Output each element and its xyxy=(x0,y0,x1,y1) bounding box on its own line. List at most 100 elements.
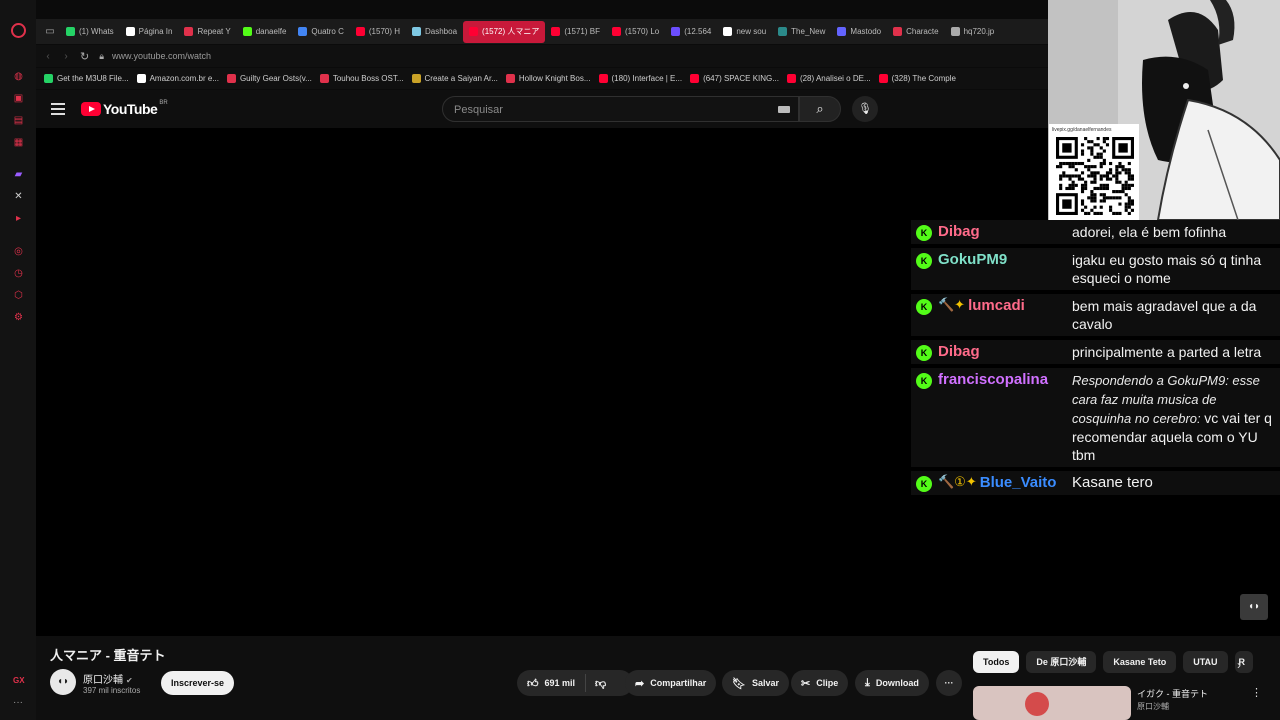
filter-chip[interactable]: Todos xyxy=(973,651,1020,673)
more-icon[interactable]: ··· xyxy=(13,697,23,708)
filter-chip[interactable]: UTAU xyxy=(1183,651,1228,673)
bookmark-item[interactable]: Touhou Boss OST... xyxy=(319,74,404,83)
more-actions-button[interactable]: ··· xyxy=(936,670,962,696)
browser-tab[interactable]: Repeat Y xyxy=(178,21,236,43)
chat-badges-icon: 🔨①✦ xyxy=(938,474,977,489)
qr-module xyxy=(1105,137,1110,141)
youtube-logo[interactable]: YouTube BR xyxy=(81,100,168,117)
chat-username: Dibag xyxy=(938,343,980,360)
bookmark-item[interactable]: Hollow Knight Bos... xyxy=(505,74,591,83)
mail-icon[interactable]: ▦ xyxy=(12,136,25,149)
reload-icon[interactable]: ↻ xyxy=(80,50,89,63)
qr-module xyxy=(1102,137,1106,141)
channel-avatar[interactable]: ◖◗ xyxy=(50,669,76,695)
browser-tab[interactable]: (12.564 xyxy=(665,21,717,43)
qr-module xyxy=(1099,155,1103,159)
browser-tab[interactable]: The_New xyxy=(772,21,831,43)
browser-tab[interactable]: (1) Whats xyxy=(60,21,120,43)
browser-tab[interactable]: Página In xyxy=(120,21,179,43)
tab-favicon-icon xyxy=(671,27,681,36)
chat-username: lumcadi xyxy=(968,297,1025,314)
chat-icon[interactable]: ▤ xyxy=(12,114,25,127)
forward-icon[interactable]: › xyxy=(60,51,72,62)
back-icon[interactable]: ‹ xyxy=(42,51,54,62)
channel-watermark-icon[interactable]: ◖◗ xyxy=(1240,594,1268,620)
download-button[interactable]: ⤓ Download xyxy=(855,670,929,696)
channel-name[interactable]: 原口沙輔 xyxy=(83,675,123,686)
qr-module xyxy=(1127,168,1131,172)
filter-chip[interactable]: De 原口沙輔 xyxy=(1026,651,1097,673)
recommended-title[interactable]: イガク - 重音テト xyxy=(1137,687,1208,700)
filter-chip[interactable]: Kasane Teto xyxy=(1103,651,1177,673)
browser-tab[interactable]: (1571) BF xyxy=(545,21,606,43)
search-placeholder: Pesquisar xyxy=(454,104,503,116)
browser-tab[interactable]: new sou xyxy=(717,21,772,43)
qr-module xyxy=(1084,183,1088,187)
bookmark-item[interactable]: Guilty Gear Osts(v... xyxy=(226,74,312,83)
lock-icon[interactable]: 🔒︎ xyxy=(99,51,104,62)
qr-module xyxy=(1124,171,1128,175)
gx-corner[interactable]: GX xyxy=(13,676,25,685)
bookmark-icon: 🔖︎ xyxy=(732,677,746,690)
qr-module xyxy=(1130,177,1134,181)
tabs-menu-icon[interactable]: ▭ xyxy=(40,26,60,37)
channel-name-row[interactable]: 原口沙輔 ✔ xyxy=(83,671,133,686)
qr-module xyxy=(1102,158,1106,162)
twitch-icon[interactable]: ▰ xyxy=(12,168,25,181)
like-button[interactable]: 👍︎ 691 mil xyxy=(517,674,587,692)
search-button[interactable]: ⌕ xyxy=(799,96,841,122)
browser-tab[interactable]: (1572) 人マニア xyxy=(463,20,546,43)
youtube-logo-text: YouTube xyxy=(103,101,158,117)
browser-tab[interactable]: Characte xyxy=(887,21,944,43)
dislike-button[interactable]: 👎︎ xyxy=(586,677,615,690)
youtube-icon[interactable]: ▸ xyxy=(12,212,25,225)
save-button[interactable]: 🔖︎ Salvar xyxy=(722,670,789,696)
browser-tab[interactable]: (1570) H xyxy=(350,21,406,43)
settings-icon[interactable]: ⚙ xyxy=(12,311,25,324)
browser-tab[interactable]: danaelfe xyxy=(237,21,293,43)
bookmark-label: Touhou Boss OST... xyxy=(332,74,404,83)
tab-label: (12.564 xyxy=(684,27,712,36)
extensions-icon[interactable]: ⬡ xyxy=(12,289,25,302)
browser-tab[interactable]: (1570) Lo xyxy=(606,21,665,43)
kick-badge-icon: K xyxy=(916,253,932,269)
url-field[interactable]: www.youtube.com/watch xyxy=(112,51,211,61)
subscribe-button[interactable]: Inscrever-se xyxy=(161,671,234,695)
qr-module xyxy=(1059,183,1063,187)
tab-favicon-icon xyxy=(778,27,788,36)
opera-logo-icon[interactable] xyxy=(11,23,26,38)
search-input[interactable]: Pesquisar xyxy=(442,96,799,122)
browser-tab[interactable]: Quatro C xyxy=(292,21,349,43)
recommended-thumbnail[interactable] xyxy=(973,686,1131,720)
bookmark-item[interactable]: Amazon.com.br e... xyxy=(136,74,219,83)
browser-tab[interactable]: Mastodo xyxy=(831,21,887,43)
tab-favicon-icon xyxy=(723,27,733,36)
bookmark-favicon-icon xyxy=(226,74,236,83)
bookmark-item[interactable]: (647) SPACE KING... xyxy=(690,74,779,83)
x-icon[interactable]: ✕ xyxy=(12,190,25,203)
recommended-channel[interactable]: 原口沙輔 xyxy=(1137,701,1169,712)
bookmark-item[interactable]: (180) Interface | E... xyxy=(598,74,682,83)
share-icon: ➦ xyxy=(635,677,645,690)
voice-search-button[interactable]: 🎙︎ xyxy=(852,96,878,122)
bag-icon[interactable]: ▣ xyxy=(12,92,25,105)
history-icon[interactable]: ◷ xyxy=(12,267,25,280)
qr-module xyxy=(1124,168,1128,172)
keyboard-icon[interactable] xyxy=(778,106,790,113)
bookmark-item[interactable]: Get the M3U8 File... xyxy=(44,74,129,83)
browser-tab[interactable]: Dashboa xyxy=(406,21,463,43)
aria-icon[interactable]: ◍ xyxy=(12,70,25,83)
browser-tab[interactable]: hq720.jp xyxy=(945,21,1001,43)
bookmark-item[interactable]: (328) The Comple xyxy=(878,74,956,83)
qr-module xyxy=(1090,171,1094,175)
kick-badge-icon: K xyxy=(916,373,932,389)
menu-icon[interactable] xyxy=(51,103,65,115)
share-button[interactable]: ➦ Compartilhar xyxy=(625,670,717,696)
bookmark-item[interactable]: Create a Saiyan Ar... xyxy=(411,74,498,83)
clip-button[interactable]: ✂ Clipe xyxy=(791,670,849,696)
bookmark-item[interactable]: (28) Analisei o DE... xyxy=(786,74,871,83)
qr-module xyxy=(1090,193,1094,197)
player-icon[interactable]: ◎ xyxy=(12,245,25,258)
recommended-more-icon[interactable]: ⋮ xyxy=(1251,686,1262,699)
chevron-right-icon[interactable]: › xyxy=(1237,658,1241,672)
